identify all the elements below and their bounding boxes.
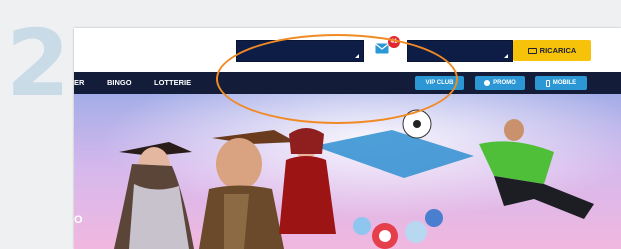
mobile-button[interactable]: MOBILE xyxy=(535,76,587,90)
promo-button[interactable]: PROMO xyxy=(475,76,525,90)
recharge-label: RICARICA xyxy=(539,46,577,55)
card-icon xyxy=(527,47,537,54)
hero-text-edge: O xyxy=(74,214,83,226)
highlight-ring xyxy=(216,34,458,124)
mobile-label: MOBILE xyxy=(552,80,577,86)
nav-item-er[interactable]: ER xyxy=(74,72,84,94)
promo-icon xyxy=(484,80,491,86)
caret-icon xyxy=(500,54,508,58)
mobile-icon xyxy=(545,79,550,87)
recharge-button[interactable]: RICARICA xyxy=(513,40,591,61)
browser-frame: 41 RICARICA ER BINGO LOTTERIE VIP CLUB P… xyxy=(74,28,621,249)
nav-item-bingo[interactable]: BINGO xyxy=(107,72,132,94)
step-number: 2 xyxy=(6,10,71,117)
promo-label: PROMO xyxy=(493,80,516,86)
nav-item-lotterie[interactable]: LOTTERIE xyxy=(154,72,191,94)
